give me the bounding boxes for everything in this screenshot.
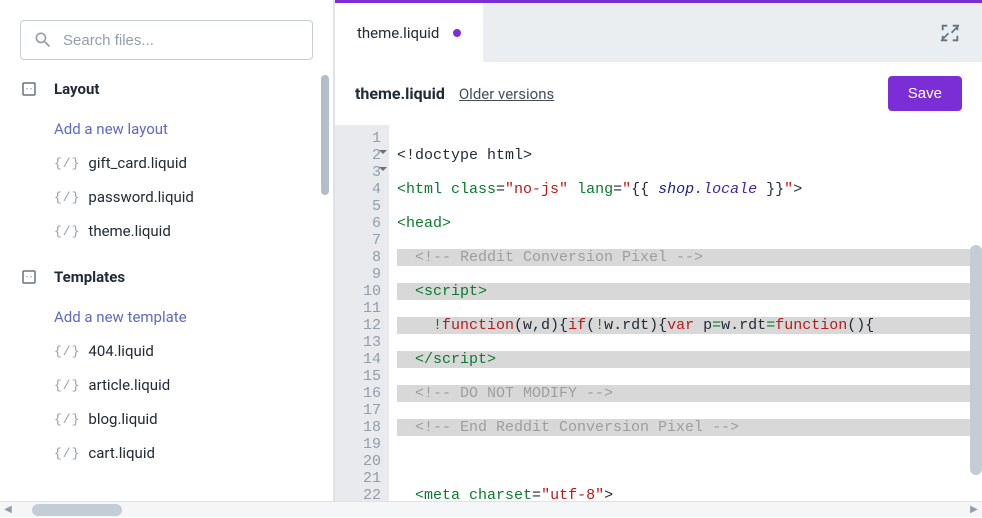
file-title: theme.liquid <box>355 84 445 103</box>
file-name: gift_card.liquid <box>88 154 187 172</box>
section-header-layout[interactable]: Layout <box>20 80 333 98</box>
dirty-indicator-icon <box>453 29 461 37</box>
line-gutter: 12345678910111213141516171819202122 <box>335 125 389 501</box>
search-wrap <box>0 0 333 60</box>
file-name: cart.liquid <box>88 444 155 462</box>
code-icon: {/} <box>54 412 80 427</box>
line-number: 1 <box>335 130 381 147</box>
file-item-gift-card[interactable]: {/} gift_card.liquid <box>54 146 333 180</box>
file-item-theme[interactable]: {/} theme.liquid <box>54 214 333 248</box>
code-area[interactable]: <!doctype html> <html class="no-js" lang… <box>389 125 982 501</box>
code-editor[interactable]: 12345678910111213141516171819202122 <!do… <box>335 125 982 501</box>
line-number: 6 <box>335 215 381 232</box>
file-name: blog.liquid <box>88 410 157 428</box>
file-item-blog[interactable]: {/} blog.liquid <box>54 402 333 436</box>
line-number: 4 <box>335 181 381 198</box>
line-number: 20 <box>335 453 381 470</box>
section-layout: Layout Add a new layout {/} gift_card.liq… <box>20 80 333 248</box>
line-number: 13 <box>335 334 381 351</box>
file-name: article.liquid <box>88 376 170 394</box>
scroll-track[interactable] <box>16 503 966 517</box>
file-item-cart[interactable]: {/} cart.liquid <box>54 436 333 470</box>
line-number: 8 <box>335 249 381 266</box>
file-sidebar: Layout Add a new layout {/} gift_card.liq… <box>0 0 335 501</box>
file-name: 404.liquid <box>88 342 153 360</box>
line-number: 9 <box>335 266 381 283</box>
code-icon: {/} <box>54 344 80 359</box>
file-item-404[interactable]: {/} 404.liquid <box>54 334 333 368</box>
search-box[interactable] <box>20 20 313 60</box>
add-layout-link[interactable]: Add a new layout <box>20 112 333 146</box>
scroll-left-icon[interactable]: ◀ <box>0 502 16 518</box>
section-header-templates[interactable]: Templates <box>20 268 333 286</box>
line-number: 12 <box>335 317 381 334</box>
line-number: 5 <box>335 198 381 215</box>
section-title: Templates <box>54 268 125 286</box>
horizontal-scrollbar[interactable]: ◀ ▶ <box>0 501 982 517</box>
search-icon <box>33 30 53 50</box>
section-templates: Templates Add a new template {/} 404.liqu… <box>20 268 333 470</box>
line-number: 16 <box>335 385 381 402</box>
file-tree: Layout Add a new layout {/} gift_card.liq… <box>0 60 333 490</box>
code-icon: {/} <box>54 224 80 239</box>
tab-bar: theme.liquid <box>335 0 982 62</box>
code-icon: {/} <box>54 190 80 205</box>
tab-theme-liquid[interactable]: theme.liquid <box>335 0 483 62</box>
line-number: 19 <box>335 436 381 453</box>
line-number: 14 <box>335 351 381 368</box>
app-root: Layout Add a new layout {/} gift_card.liq… <box>0 0 982 501</box>
line-number: 7 <box>335 232 381 249</box>
line-number: 22 <box>335 487 381 501</box>
scroll-right-icon[interactable]: ▶ <box>966 502 982 518</box>
line-number: 21 <box>335 470 381 487</box>
scroll-thumb[interactable] <box>32 504 122 516</box>
line-number: 3 <box>335 164 381 181</box>
code-icon: {/} <box>54 156 80 171</box>
save-button[interactable]: Save <box>888 76 962 111</box>
line-number: 10 <box>335 283 381 300</box>
line-number: 17 <box>335 402 381 419</box>
download-icon <box>20 80 38 98</box>
file-name: theme.liquid <box>88 222 170 240</box>
fold-marker-icon[interactable] <box>378 147 388 157</box>
older-versions-link[interactable]: Older versions <box>459 85 554 103</box>
main-panel: theme.liquid theme.liquid Older versions… <box>335 0 982 501</box>
scrollbar-thumb[interactable] <box>321 75 329 195</box>
code-icon: {/} <box>54 378 80 393</box>
editor-vertical-scrollbar[interactable] <box>970 245 982 475</box>
add-template-link[interactable]: Add a new template <box>20 300 333 334</box>
download-icon <box>20 268 38 286</box>
search-input[interactable] <box>63 32 300 49</box>
section-title: Layout <box>54 80 99 98</box>
file-header: theme.liquid Older versions Save <box>335 62 982 125</box>
file-item-article[interactable]: {/} article.liquid <box>54 368 333 402</box>
line-number: 18 <box>335 419 381 436</box>
line-number: 15 <box>335 368 381 385</box>
line-number: 2 <box>335 147 381 164</box>
expand-icon <box>939 22 961 44</box>
code-icon: {/} <box>54 446 80 461</box>
expand-button[interactable] <box>934 17 966 49</box>
line-number: 11 <box>335 300 381 317</box>
fold-marker-icon[interactable] <box>378 164 388 174</box>
file-item-password[interactable]: {/} password.liquid <box>54 180 333 214</box>
tab-label: theme.liquid <box>357 24 439 42</box>
file-name: password.liquid <box>88 188 193 206</box>
